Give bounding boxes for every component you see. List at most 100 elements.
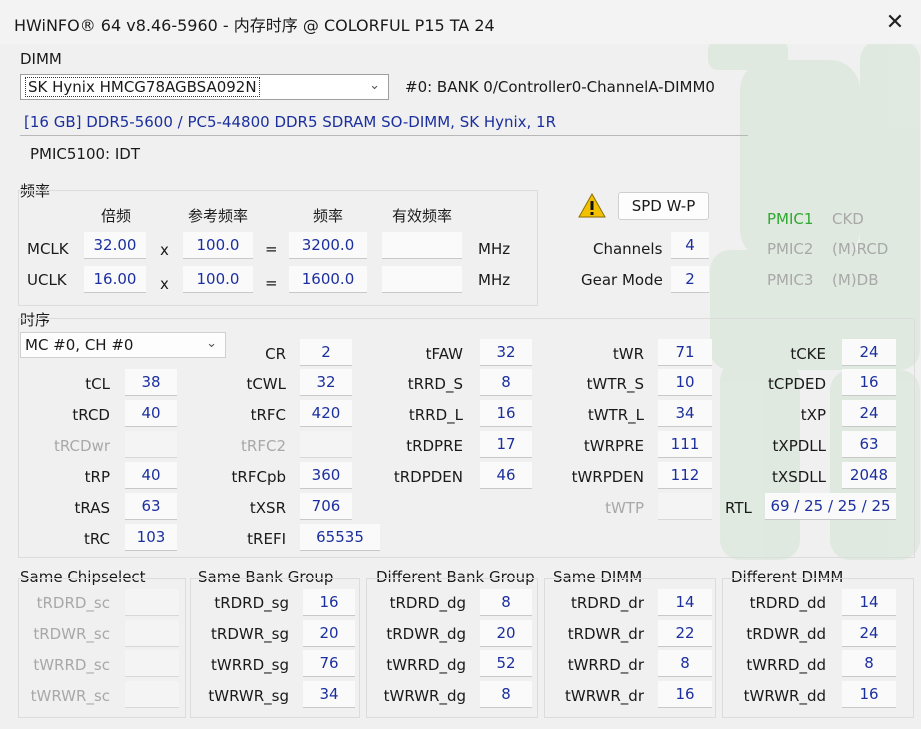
dimm-module-value: SK Hynix HMCG78AGBSA092N [25,77,260,97]
pmic1-name: PMIC1 [767,210,814,228]
pmic2-type: (M)RCD [832,240,889,258]
uclk-effective [382,266,462,293]
trdrd-dg-value: 8 [480,589,532,616]
twrwr-dg-value: 8 [480,681,532,708]
txpdll-label: tXPDLL [772,437,826,455]
trdwr-sc-label: tRDWR_sc [33,625,110,643]
trdpden-label: tRDPDEN [393,468,463,486]
trdpre-label: tRDPRE [406,437,463,455]
pmic3-type: (M)DB [832,271,879,289]
rtl-label: RTL [725,499,752,517]
trrd-s-label: tRRD_S [407,375,463,393]
pmic3-name: PMIC3 [767,271,814,289]
tcl-label: tCL [85,375,110,393]
twrwr-dd-value: 16 [842,681,896,708]
twrpre-label: tWRPRE [583,437,644,455]
twrwr-sc-label: tWRWR_sc [30,687,110,705]
freq-col-reference: 参考频率 [187,207,248,225]
mclk-times: x [160,241,169,259]
twr-label: tWR [612,345,644,363]
twrwr-dd-label: tWRWR_dd [743,687,826,705]
trp-value: 40 [125,462,177,489]
twrwr-dr-value: 16 [658,681,712,708]
uclk-reference: 100.0 [183,266,253,293]
twrwr-dg-label: tWRWR_dg [383,687,466,705]
uclk-label: UCLK [27,271,67,289]
twtr-s-value: 10 [658,369,712,396]
twrrd-sc-value [125,650,179,677]
tras-value: 63 [125,493,177,520]
twrrd-sc-label: tWRRD_sc [33,656,110,674]
trdwr-dr-value: 22 [658,620,712,647]
trcd-label: tRCD [72,406,110,424]
trdrd-dd-value: 14 [842,589,896,616]
channel-select-value: MC #0, CH #0 [25,336,134,354]
trdwr-dr-label: tRDWR_dr [567,625,644,643]
trcd-value: 40 [125,400,177,427]
freq-col-effective: 有效频率 [391,207,452,225]
txsr-value: 706 [300,493,352,520]
mclk-effective [382,232,462,259]
twtp-value [658,493,712,520]
txp-value: 24 [842,400,896,427]
channels-value: 4 [671,232,709,259]
trdrd-dd-label: tRDRD_dd [749,594,826,612]
warning-icon [578,193,606,218]
tcwl-label: tCWL [246,375,286,393]
spd-wp-button[interactable]: SPD W-P [618,192,709,220]
trrd-l-label: tRRD_L [408,406,463,424]
txpdll-value: 63 [842,431,896,458]
uclk-frequency: 1600.0 [289,266,367,293]
trrd-l-value: 16 [480,400,532,427]
trefi-value: 65535 [300,524,380,551]
twrpden-label: tWRPDEN [571,468,644,486]
twrrd-dd-value: 8 [842,650,896,677]
trdrd-dr-value: 14 [658,589,712,616]
trfc2-value [300,431,352,458]
trcdwr-value [125,431,177,458]
mclk-equals: = [265,240,278,258]
mclk-label: MCLK [27,240,69,258]
tras-label: tRAS [74,499,110,517]
twtr-l-value: 34 [658,400,712,427]
trdpre-value: 17 [480,431,532,458]
pmic2-name: PMIC2 [767,240,814,258]
close-button[interactable]: ✕ [877,6,913,40]
twrrd-dr-label: tWRRD_dr [567,656,644,674]
trdrd-sg-label: tRDRD_sg [214,594,289,612]
dimm-description: [16 GB] DDR5-5600 / PC5-44800 DDR5 SDRAM… [24,113,557,131]
trfc-value: 420 [300,400,352,427]
uclk-times: x [160,275,169,293]
window-title: HWiNFO® 64 v8.46-5960 - 内存时序 @ COLORFUL … [14,16,495,35]
dimm-section-label: DIMM [20,50,62,68]
trp-label: tRP [84,468,110,486]
pmic1-type: CKD [832,210,864,228]
channel-select[interactable]: MC #0, CH #0 ⌄ [20,332,226,358]
trdpden-value: 46 [480,462,532,489]
dimm-separator [20,135,748,136]
dimm-module-select[interactable]: SK Hynix HMCG78AGBSA092N ⌄ [20,74,389,100]
dimm-slot-label: #0: BANK 0/Controller0-ChannelA-DIMM0 [405,78,715,96]
mclk-reference: 100.0 [183,232,253,259]
twtp-label: tWTP [605,499,644,517]
trdrd-dr-label: tRDRD_dr [570,594,644,612]
twrpre-value: 111 [658,431,712,458]
tfaw-value: 32 [480,339,532,366]
channels-label: Channels [593,240,663,258]
gear-mode-value: 2 [671,266,709,293]
tcke-value: 24 [842,339,896,366]
trfc2-label: tRFC2 [241,437,286,455]
trdwr-dd-label: tRDWR_dd [746,625,826,643]
chevron-down-icon: ⌄ [369,78,380,93]
twrwr-sg-value: 34 [303,681,355,708]
txsdll-value: 2048 [842,462,896,489]
trfcpb-label: tRFCpb [231,468,286,486]
cr-value: 2 [300,339,352,366]
txsdll-label: tXSDLL [772,468,826,486]
trdwr-dg-label: tRDWR_dg [386,625,466,643]
twrwr-dr-label: tWRWR_dr [565,687,644,705]
twrrd-sg-value: 76 [303,650,355,677]
uclk-equals: = [265,274,278,292]
trfc-label: tRFC [250,406,286,424]
freq-col-frequency: 频率 [312,207,343,225]
